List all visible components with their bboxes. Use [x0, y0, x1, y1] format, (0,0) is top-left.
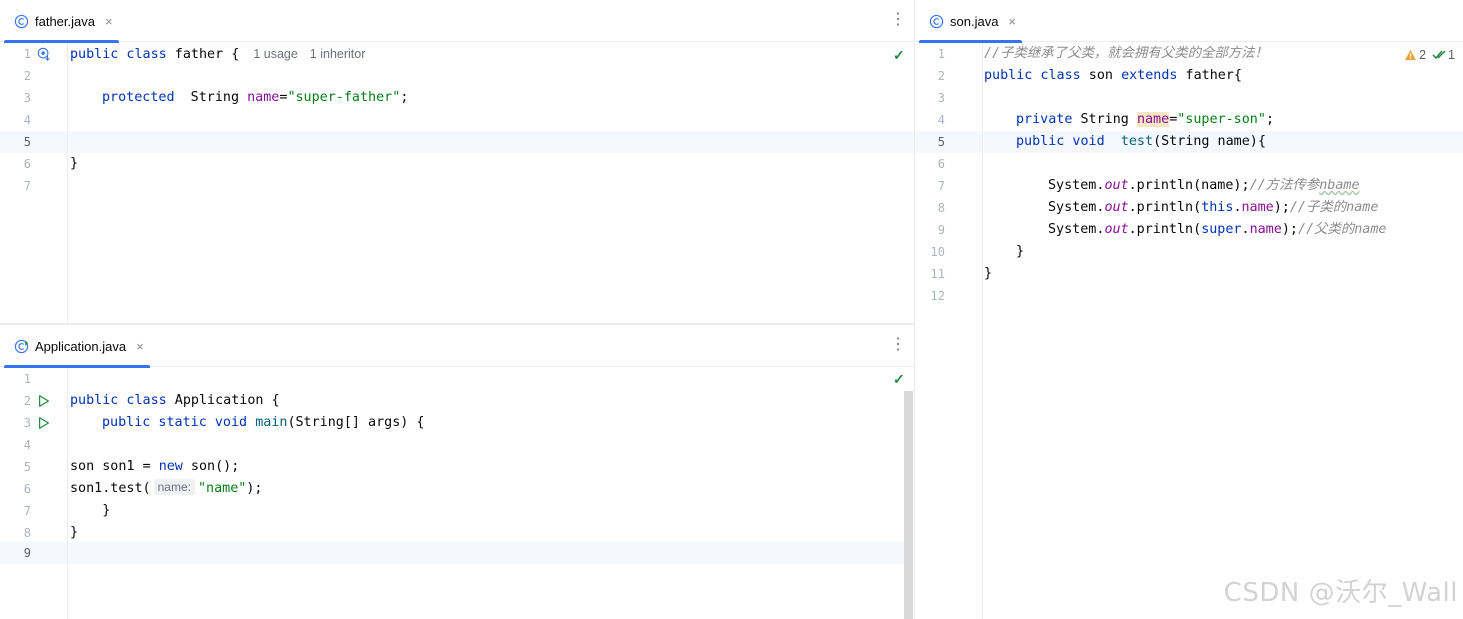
line-number: 7	[23, 504, 31, 518]
line-number: 4	[937, 113, 945, 127]
close-icon[interactable]: ×	[136, 339, 144, 354]
weak-warnings-indicator[interactable]: 1	[1432, 48, 1455, 62]
parameter-name-hint: name:	[153, 479, 195, 495]
line-number: 7	[23, 179, 31, 193]
check-count: 1	[1448, 48, 1455, 62]
line-number: 1	[937, 47, 945, 61]
code-line: public class Application {	[70, 393, 280, 408]
editor-pane-son: son.java × 1 2 3 4 5 6 7 8 9 10 11 12 //…	[915, 0, 1463, 619]
more-options-icon[interactable]: ⋮	[890, 337, 906, 353]
watermark: CSDN @沃尔_Wall	[1223, 578, 1458, 608]
line-number: 10	[930, 245, 945, 259]
line-number: 6	[23, 157, 31, 171]
line-number: 5	[23, 135, 31, 149]
gutter: 1 2 3 4 5 6 7 8 9	[0, 368, 68, 619]
close-icon[interactable]: ×	[1008, 14, 1016, 29]
main-class-icon	[14, 339, 29, 353]
code-line: public static void main(String[] args) {	[102, 415, 425, 430]
line-number: 5	[937, 135, 945, 149]
code-editor[interactable]: //子类继承了父类，就会拥有父类的全部方法！ public class son …	[984, 43, 1463, 619]
code-line: }	[70, 525, 79, 540]
tab-title: son.java	[950, 13, 999, 29]
code-line: son1.test(name: "name");	[70, 479, 263, 496]
code-line: }	[70, 503, 111, 518]
current-line-highlight	[69, 131, 914, 153]
double-check-icon	[1432, 50, 1446, 60]
line-number: 9	[937, 223, 945, 237]
vertical-scrollbar[interactable]	[904, 391, 913, 619]
line-number: 8	[937, 201, 945, 215]
line-number: 2	[23, 69, 31, 83]
gutter: 1 2 3 4 5 6 7 8 9 10 11 12	[915, 43, 983, 619]
line-number: 2	[23, 394, 31, 408]
tab-son-java[interactable]: son.java ×	[915, 0, 1026, 43]
implemented-overrides-icon[interactable]	[37, 47, 51, 61]
code-line: }	[984, 266, 993, 281]
code-line: //子类继承了父类，就会拥有父类的全部方法！	[984, 46, 1268, 61]
tab-bar: Application.java × ⋮	[0, 325, 914, 368]
line-number: 6	[23, 482, 31, 496]
line-number: 4	[23, 438, 31, 452]
warning-count: 2	[1419, 48, 1427, 62]
current-line-highlight	[69, 542, 904, 564]
line-number: 2	[937, 69, 945, 83]
line-number: 1	[23, 47, 31, 61]
code-editor[interactable]: public class Application { public static…	[69, 368, 904, 619]
usages-hint[interactable]: 1 usage	[253, 47, 297, 61]
warning-icon	[1405, 49, 1417, 61]
line-number: 11	[930, 267, 945, 281]
close-icon[interactable]: ×	[105, 14, 113, 29]
warnings-indicator[interactable]: 2	[1404, 48, 1426, 62]
code-line: }	[1016, 244, 1025, 259]
code-line: System.out.println(name);//方法传参nbame	[1048, 178, 1360, 193]
inspection-widget[interactable]: 2 1	[1404, 48, 1455, 62]
editor-pane-father: father.java × ⋮ 1 2 3 4 5 6 7 public cla…	[0, 0, 914, 324]
code-line: public void test(String name){	[1016, 134, 1266, 149]
line-number: 3	[937, 91, 945, 105]
class-c-icon	[14, 14, 29, 28]
tab-bar: father.java × ⋮	[0, 0, 914, 43]
run-icon[interactable]	[37, 394, 51, 408]
tab-father-java[interactable]: father.java ×	[0, 0, 123, 43]
gutter: 1 2 3 4 5 6 7	[0, 43, 68, 324]
run-icon[interactable]	[37, 416, 51, 430]
tab-application-java[interactable]: Application.java ×	[0, 325, 154, 368]
line-number: 4	[23, 113, 31, 127]
more-options-icon[interactable]: ⋮	[890, 12, 906, 28]
line-number: 3	[23, 91, 31, 105]
line-number: 7	[937, 179, 945, 193]
code-editor[interactable]: public class father {1 usage 1 inheritor …	[69, 43, 914, 324]
class-c-icon	[929, 14, 944, 28]
tab-title: father.java	[35, 13, 95, 29]
code-line: System.out.println(this.name);//子类的name	[1048, 200, 1379, 215]
line-number: 5	[23, 460, 31, 474]
code-line: public class son extends father{	[984, 68, 1242, 83]
line-number: 12	[930, 289, 945, 303]
no-problems-check-icon[interactable]: ✓	[893, 371, 905, 388]
editor-pane-application: Application.java × ⋮ 1 2 3 4 5 6 7 8 9 p…	[0, 325, 914, 619]
line-number: 1	[23, 372, 31, 386]
code-line: }	[70, 156, 79, 171]
code-line: son son1 = new son();	[70, 459, 240, 474]
code-line: System.out.println(super.name);//父类的name	[1048, 222, 1387, 237]
line-number: 3	[23, 416, 31, 430]
inheritors-hint[interactable]: 1 inheritor	[310, 47, 366, 61]
line-number: 9	[23, 546, 31, 560]
line-number: 8	[23, 526, 31, 540]
code-line: public class father {1 usage 1 inheritor	[70, 47, 366, 62]
code-line: private String name="super-son";	[1016, 112, 1274, 127]
tab-bar: son.java ×	[915, 0, 1463, 43]
typo-word[interactable]: nbame	[1319, 178, 1359, 193]
tab-title: Application.java	[35, 338, 127, 354]
line-number: 6	[937, 157, 945, 171]
code-line: protected String name="super-father";	[102, 90, 409, 105]
no-problems-check-icon[interactable]: ✓	[893, 47, 905, 64]
